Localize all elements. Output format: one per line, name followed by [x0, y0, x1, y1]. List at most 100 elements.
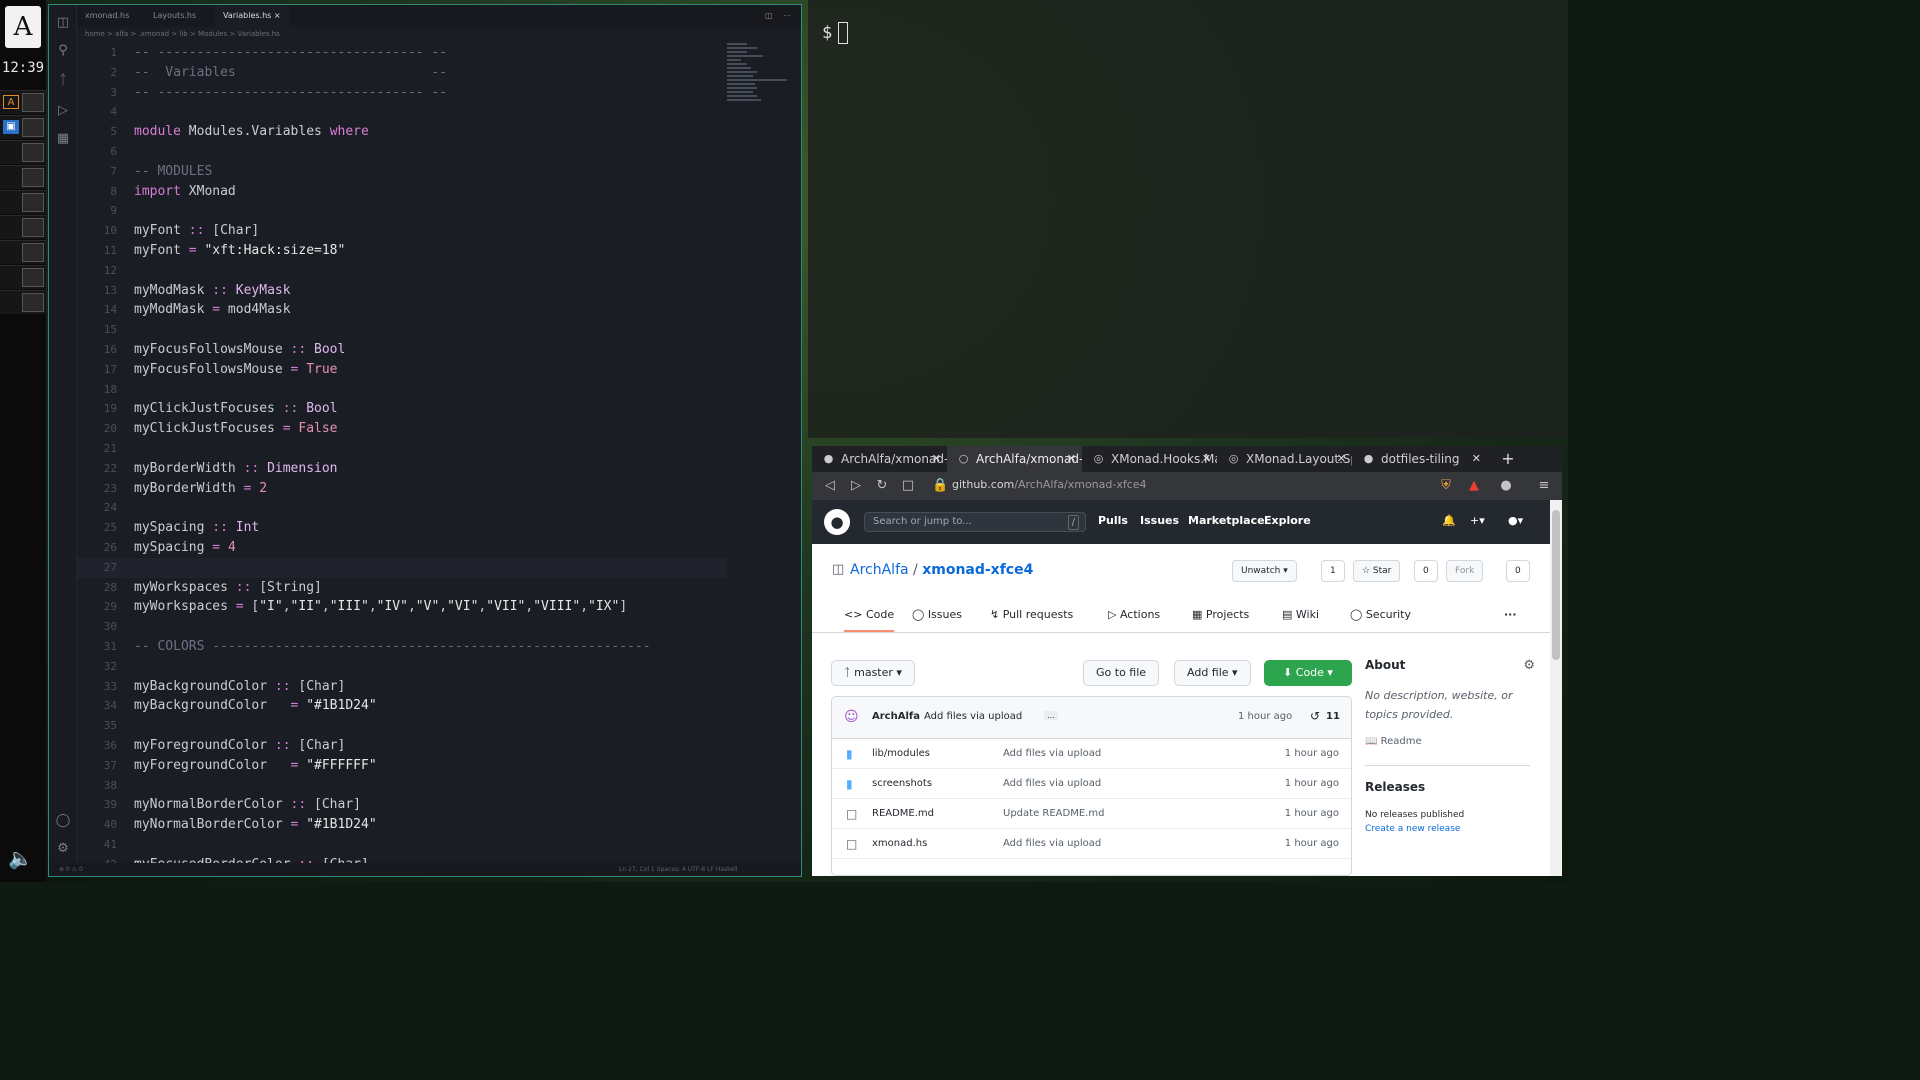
workspace-1[interactable]: A: [0, 90, 46, 114]
code-line[interactable]: 41: [77, 835, 727, 855]
code-line[interactable]: 20 myClickJustFocuses = False: [77, 419, 727, 439]
file-commit-message[interactable]: Update README.md: [1003, 799, 1104, 829]
browser-tab-1[interactable]: ●ArchAlfa/xmonad-xfce4✕: [812, 446, 947, 472]
watchers-count[interactable]: 1: [1321, 560, 1345, 582]
create-release-link[interactable]: Create a new release: [1365, 824, 1535, 834]
commit-count[interactable]: 11: [1326, 711, 1340, 722]
about-settings-gear-icon[interactable]: ⚙: [1523, 658, 1535, 673]
browser-menu-icon[interactable]: ≡: [1536, 478, 1552, 494]
close-tab-icon[interactable]: ✕: [1472, 446, 1481, 472]
code-line[interactable]: 39 myNormalBorderColor :: [Char]: [77, 795, 727, 815]
user-avatar-icon[interactable]: ●▾: [1508, 514, 1523, 527]
code-line[interactable]: 37 myForegroundColor = "#FFFFFF": [77, 756, 727, 776]
unwatch-button[interactable]: Unwatch ▾: [1232, 560, 1297, 582]
branch-select[interactable]: ᛏ master ▾: [831, 660, 915, 686]
workspace-5[interactable]: [0, 190, 46, 214]
code-line[interactable]: 28 myWorkspaces :: [String]: [77, 578, 727, 598]
workspace-3[interactable]: [0, 140, 46, 164]
file-name-link[interactable]: xmonad.hs: [872, 829, 927, 859]
workspace-8[interactable]: [0, 265, 46, 289]
account-icon[interactable]: ◯: [55, 813, 71, 829]
forks-count[interactable]: 0: [1506, 560, 1530, 582]
file-row[interactable]: □ xmonad.hs Add files via upload 1 hour ago: [832, 829, 1351, 859]
tab-pull-requests[interactable]: ↯ Pull requests: [990, 608, 1073, 621]
address-bar[interactable]: github.com/ArchAlfa/xmonad-xfce4: [952, 478, 1147, 491]
extensions-icon[interactable]: ▦: [55, 131, 71, 147]
code-line[interactable]: 31 -- COLORS ----------------------------…: [77, 637, 727, 657]
code-line[interactable]: 2 -- Variables --: [77, 63, 727, 83]
code-line[interactable]: 33 myBackgroundColor :: [Char]: [77, 677, 727, 697]
search-icon[interactable]: ⚲: [55, 43, 71, 59]
nav-explore[interactable]: Explore: [1264, 514, 1311, 527]
source-control-icon[interactable]: ᛏ: [55, 73, 71, 89]
code-line[interactable]: 15: [77, 320, 727, 340]
minimap[interactable]: [727, 41, 791, 141]
code-line[interactable]: 9: [77, 201, 727, 221]
run-debug-icon[interactable]: ▷: [55, 103, 71, 119]
browser-tab-4[interactable]: ◎XMonad.Layout.Spacing✕: [1217, 446, 1352, 472]
explorer-icon[interactable]: ◫: [55, 15, 71, 31]
workspace-4[interactable]: [0, 165, 46, 189]
code-line[interactable]: 18: [77, 380, 727, 400]
github-search-input[interactable]: Search or jump to... /: [864, 512, 1086, 532]
reload-icon[interactable]: ↻: [874, 478, 890, 494]
code-line[interactable]: 7 -- MODULES: [77, 162, 727, 182]
code-line[interactable]: 22 myBorderWidth :: Dimension: [77, 459, 727, 479]
problems-indicator[interactable]: ⊗ 0 ⚠ 0: [59, 863, 83, 876]
tab-security[interactable]: ◯ Security: [1350, 608, 1411, 621]
code-line[interactable]: 34 myBackgroundColor = "#1B1D24": [77, 696, 727, 716]
code-line[interactable]: 25 mySpacing :: Int: [77, 518, 727, 538]
history-icon[interactable]: ↺: [1310, 709, 1320, 723]
code-line[interactable]: 26 mySpacing = 4: [77, 538, 727, 558]
commit-expand-button[interactable]: …: [1044, 711, 1058, 720]
repo-name-link[interactable]: xmonad-xfce4: [922, 562, 1033, 578]
code-line[interactable]: 13 myModMask :: KeyMask: [77, 281, 727, 301]
code-line[interactable]: 40 myNormalBorderColor = "#1B1D24": [77, 815, 727, 835]
code-line[interactable]: 36 myForegroundColor :: [Char]: [77, 736, 727, 756]
close-tab-icon[interactable]: ✕: [932, 446, 941, 472]
code-line[interactable]: 8 import XMonad: [77, 182, 727, 202]
code-download-button[interactable]: ⬇ Code ▾: [1264, 660, 1352, 686]
code-line[interactable]: 4: [77, 102, 727, 122]
file-commit-message[interactable]: Add files via upload: [1003, 769, 1101, 799]
commit-author[interactable]: ArchAlfa: [872, 711, 920, 722]
code-line[interactable]: 12: [77, 261, 727, 281]
code-line[interactable]: 11 myFont = "xft:Hack:size=18": [77, 241, 727, 261]
close-tab-icon[interactable]: ✕: [1202, 446, 1211, 472]
code-line[interactable]: 3 -- ---------------------------------- -…: [77, 83, 727, 103]
new-tab-button[interactable]: +: [1498, 446, 1518, 472]
code-line[interactable]: 23 myBorderWidth = 2: [77, 479, 727, 499]
star-button[interactable]: ☆ Star: [1353, 560, 1401, 582]
file-name-link[interactable]: lib/modules: [872, 739, 930, 769]
more-tabs-icon[interactable]: ···: [1504, 608, 1517, 621]
tab-actions[interactable]: ▷ Actions: [1108, 608, 1160, 621]
file-commit-message[interactable]: Add files via upload: [1003, 829, 1101, 859]
code-line[interactable]: 10 myFont :: [Char]: [77, 221, 727, 241]
breadcrumb[interactable]: home > alfa > .xmonad > lib > Modules > …: [85, 27, 280, 41]
close-tab-icon[interactable]: ✕: [1067, 446, 1076, 472]
whisker-menu-logo[interactable]: A: [5, 6, 41, 48]
nav-marketplace[interactable]: Marketplace: [1188, 514, 1265, 527]
nav-pulls[interactable]: Pulls: [1098, 514, 1128, 527]
panel-clock[interactable]: 12:39: [0, 60, 46, 76]
code-line[interactable]: 32: [77, 657, 727, 677]
repo-owner-link[interactable]: ArchAlfa: [850, 562, 909, 578]
file-row[interactable]: ▮ screenshots Add files via upload 1 hour a…: [832, 769, 1351, 799]
code-editor[interactable]: 1 -- ---------------------------------- -…: [77, 41, 727, 863]
browser-tab-2[interactable]: ○ArchAlfa/xmonad-xfce4✕: [947, 446, 1082, 472]
workspace-6[interactable]: [0, 215, 46, 239]
create-new-plus-icon[interactable]: +▾: [1470, 514, 1485, 527]
tab-layouts-hs[interactable]: Layouts.hs: [145, 5, 204, 27]
code-line[interactable]: 19 myClickJustFocuses :: Bool: [77, 399, 727, 419]
releases-title[interactable]: Releases: [1365, 780, 1535, 794]
profile-avatar-icon[interactable]: ●: [1498, 478, 1514, 494]
forward-icon[interactable]: ▷: [848, 478, 864, 494]
add-file-button[interactable]: Add file ▾: [1174, 660, 1251, 686]
tab-xmonad-hs[interactable]: xmonad.hs: [77, 5, 137, 27]
commit-time[interactable]: 1 hour ago: [1238, 711, 1292, 722]
notifications-bell-icon[interactable]: 🔔: [1442, 514, 1456, 527]
bookmark-icon[interactable]: □: [900, 478, 916, 494]
commit-message[interactable]: Add files via upload: [924, 711, 1022, 722]
tab-code[interactable]: <> Code: [844, 608, 895, 632]
code-line[interactable]: 21: [77, 439, 727, 459]
